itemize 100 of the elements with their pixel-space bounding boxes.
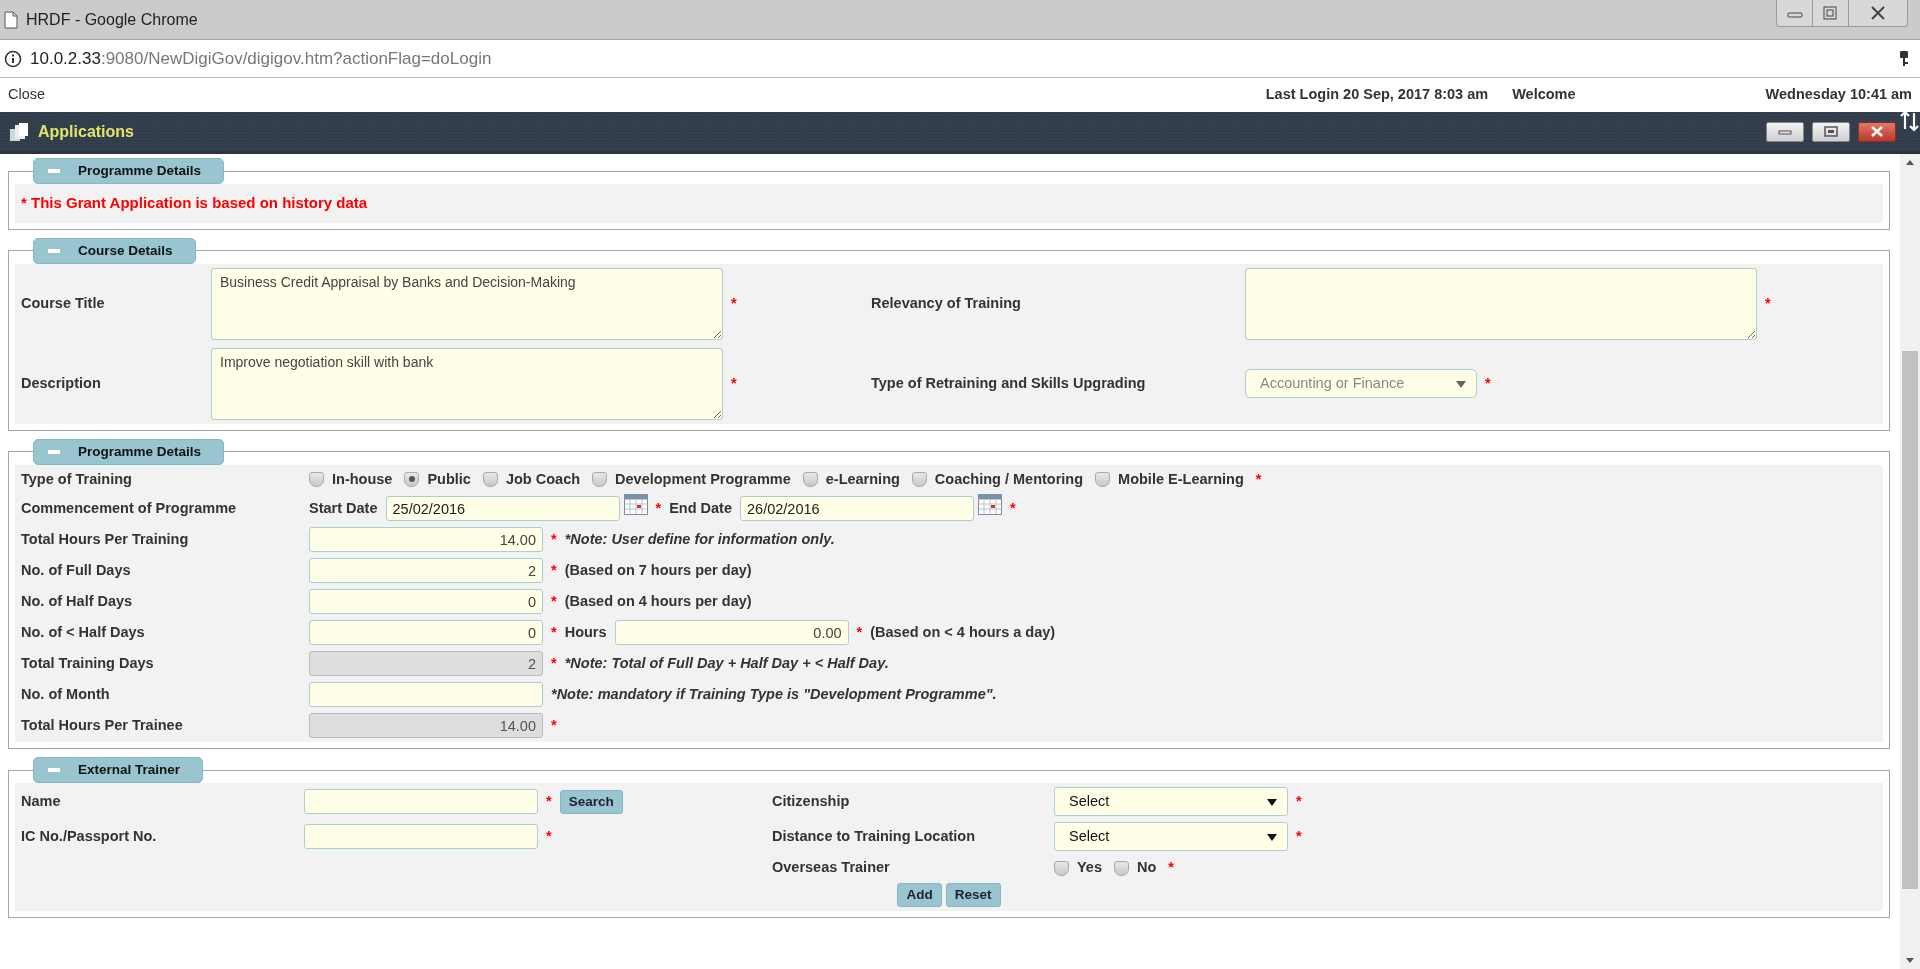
required-mark: * <box>551 715 557 735</box>
text-field[interactable]: 0.00 <box>614 620 849 646</box>
text-field[interactable]: 14.00 <box>309 527 543 553</box>
note-text: *Note: Total of Full Day + Half Day + < Half Day. <box>564 653 889 673</box>
hint-text: (Based on 7 hours per day) <box>564 560 752 580</box>
required-mark: * <box>856 622 863 642</box>
required-mark: * <box>655 498 662 518</box>
close-button[interactable] <box>1858 121 1896 142</box>
calendar-icon[interactable] <box>623 494 648 516</box>
date-field[interactable]: 26/02/2016 <box>740 496 974 522</box>
info-icon[interactable] <box>4 49 22 68</box>
field-label: Name <box>21 791 62 811</box>
text-area[interactable]: Improve negotiation skill with bank <box>211 347 723 420</box>
text-field[interactable]: 0 <box>309 620 543 646</box>
field-label: Course Title <box>21 293 106 313</box>
required-mark: * <box>731 373 737 393</box>
radio-button[interactable] <box>404 471 420 487</box>
note-text: *Note: User define for information only. <box>564 529 835 549</box>
required-mark: * <box>1485 373 1491 393</box>
text-field[interactable] <box>304 824 538 850</box>
note-text: *Note: mandatory if Training Type is "Development Programme". <box>551 684 997 704</box>
field-label: Total Training Days <box>21 653 155 673</box>
warning-text: * This Grant Application is based on history data <box>21 193 369 213</box>
required-mark: * <box>551 560 557 580</box>
date-field[interactable]: 25/02/2016 <box>385 496 620 522</box>
option-label: In-house <box>332 469 393 489</box>
dropdown[interactable]: Select <box>1054 787 1288 817</box>
panel-title: Applications <box>38 121 134 142</box>
minimize-button[interactable] <box>1766 121 1804 142</box>
required-mark: * <box>1010 498 1016 518</box>
required-mark: * <box>731 293 737 313</box>
field-label: Citizenship <box>772 791 851 811</box>
sort-arrows-icon[interactable] <box>1900 110 1920 132</box>
page-icon <box>4 10 18 29</box>
text-area[interactable] <box>1245 267 1757 340</box>
radio-button[interactable] <box>802 471 818 487</box>
documents-icon <box>8 121 30 142</box>
required-mark: * <box>1296 791 1302 811</box>
welcome-text: Welcome <box>1512 85 1576 105</box>
search-button[interactable]: Search <box>559 789 623 814</box>
text-field[interactable] <box>304 789 538 815</box>
radio-button[interactable] <box>482 471 498 487</box>
required-mark: * <box>551 591 557 611</box>
field-label: No. of Month <box>21 684 111 704</box>
address-url[interactable]: 10.0.2.33:9080/NewDigiGov/digigov.htm?actionFlag=doLogin <box>30 45 492 72</box>
option-label: No <box>1137 858 1157 878</box>
field-label: Total Hours Per Training <box>21 529 190 549</box>
field-label: Type of Training <box>21 469 133 489</box>
option-label: Mobile E-Learning <box>1118 469 1244 489</box>
radio-button[interactable] <box>1095 471 1111 487</box>
text-area[interactable]: Business Credit Appraisal by Banks and Decision-Making <box>211 267 723 340</box>
text-field[interactable]: 2 <box>309 558 543 584</box>
scrollbar-thumb[interactable] <box>1902 351 1918 889</box>
field-label: Relevancy of Training <box>871 293 1022 313</box>
hint-text: (Based on < 4 hours a day) <box>870 622 1056 642</box>
date-time-text: Wednesday 10:41 am <box>1765 85 1912 105</box>
required-mark: * <box>551 653 557 673</box>
radio-button[interactable] <box>1114 860 1129 876</box>
close-link[interactable]: Close <box>8 84 46 106</box>
hint-text: (Based on 4 hours per day) <box>564 591 752 611</box>
option-label: Yes <box>1077 858 1102 878</box>
option-label: Job Coach <box>505 469 581 489</box>
section-header[interactable]: Programme Details <box>33 438 225 465</box>
radio-button[interactable] <box>592 471 608 487</box>
section-header[interactable]: Course Details <box>33 237 196 264</box>
field-label: No. of < Half Days <box>21 622 146 642</box>
field-label: Total Hours Per Trainee <box>21 715 184 735</box>
key-icon[interactable] <box>1898 49 1910 68</box>
required-mark: * <box>546 826 552 846</box>
maximize-button[interactable] <box>1812 121 1850 142</box>
required-mark: * <box>1168 858 1174 878</box>
action-button[interactable]: Add <box>897 883 942 907</box>
option-label: Coaching / Mentoring <box>934 469 1084 489</box>
dropdown[interactable]: Select <box>1054 822 1288 852</box>
required-mark: * <box>546 791 552 811</box>
field-label: IC No./Passport No. <box>21 826 158 846</box>
required-mark: * <box>1296 826 1302 846</box>
section-header[interactable]: Programme Details <box>33 158 225 184</box>
field-label: Description <box>21 373 102 393</box>
text-field[interactable]: 0 <box>309 589 543 615</box>
radio-button[interactable] <box>309 471 324 487</box>
field-label: Start Date <box>309 498 378 518</box>
radio-button[interactable] <box>1054 860 1069 876</box>
calendar-icon[interactable] <box>978 494 1002 516</box>
last-login-text: Last Login 20 Sep, 2017 8:03 am <box>1265 85 1489 105</box>
required-mark: * <box>551 622 557 642</box>
option-label: e-Learning <box>825 469 900 489</box>
action-button[interactable]: Reset <box>945 883 1001 907</box>
field-label: No. of Half Days <box>21 591 134 611</box>
caret-icon <box>1267 832 1277 841</box>
required-mark: * <box>1255 469 1262 489</box>
section-header[interactable]: External Trainer <box>33 757 204 784</box>
required-mark: * <box>1765 293 1771 313</box>
option-label: Public <box>427 469 471 489</box>
field-label: End Date <box>669 498 732 518</box>
radio-button[interactable] <box>911 471 927 487</box>
caret-icon <box>1267 797 1277 806</box>
text-field[interactable] <box>309 682 543 708</box>
field-label: No. of Full Days <box>21 560 132 580</box>
field-label: Overseas Trainer <box>772 858 891 878</box>
